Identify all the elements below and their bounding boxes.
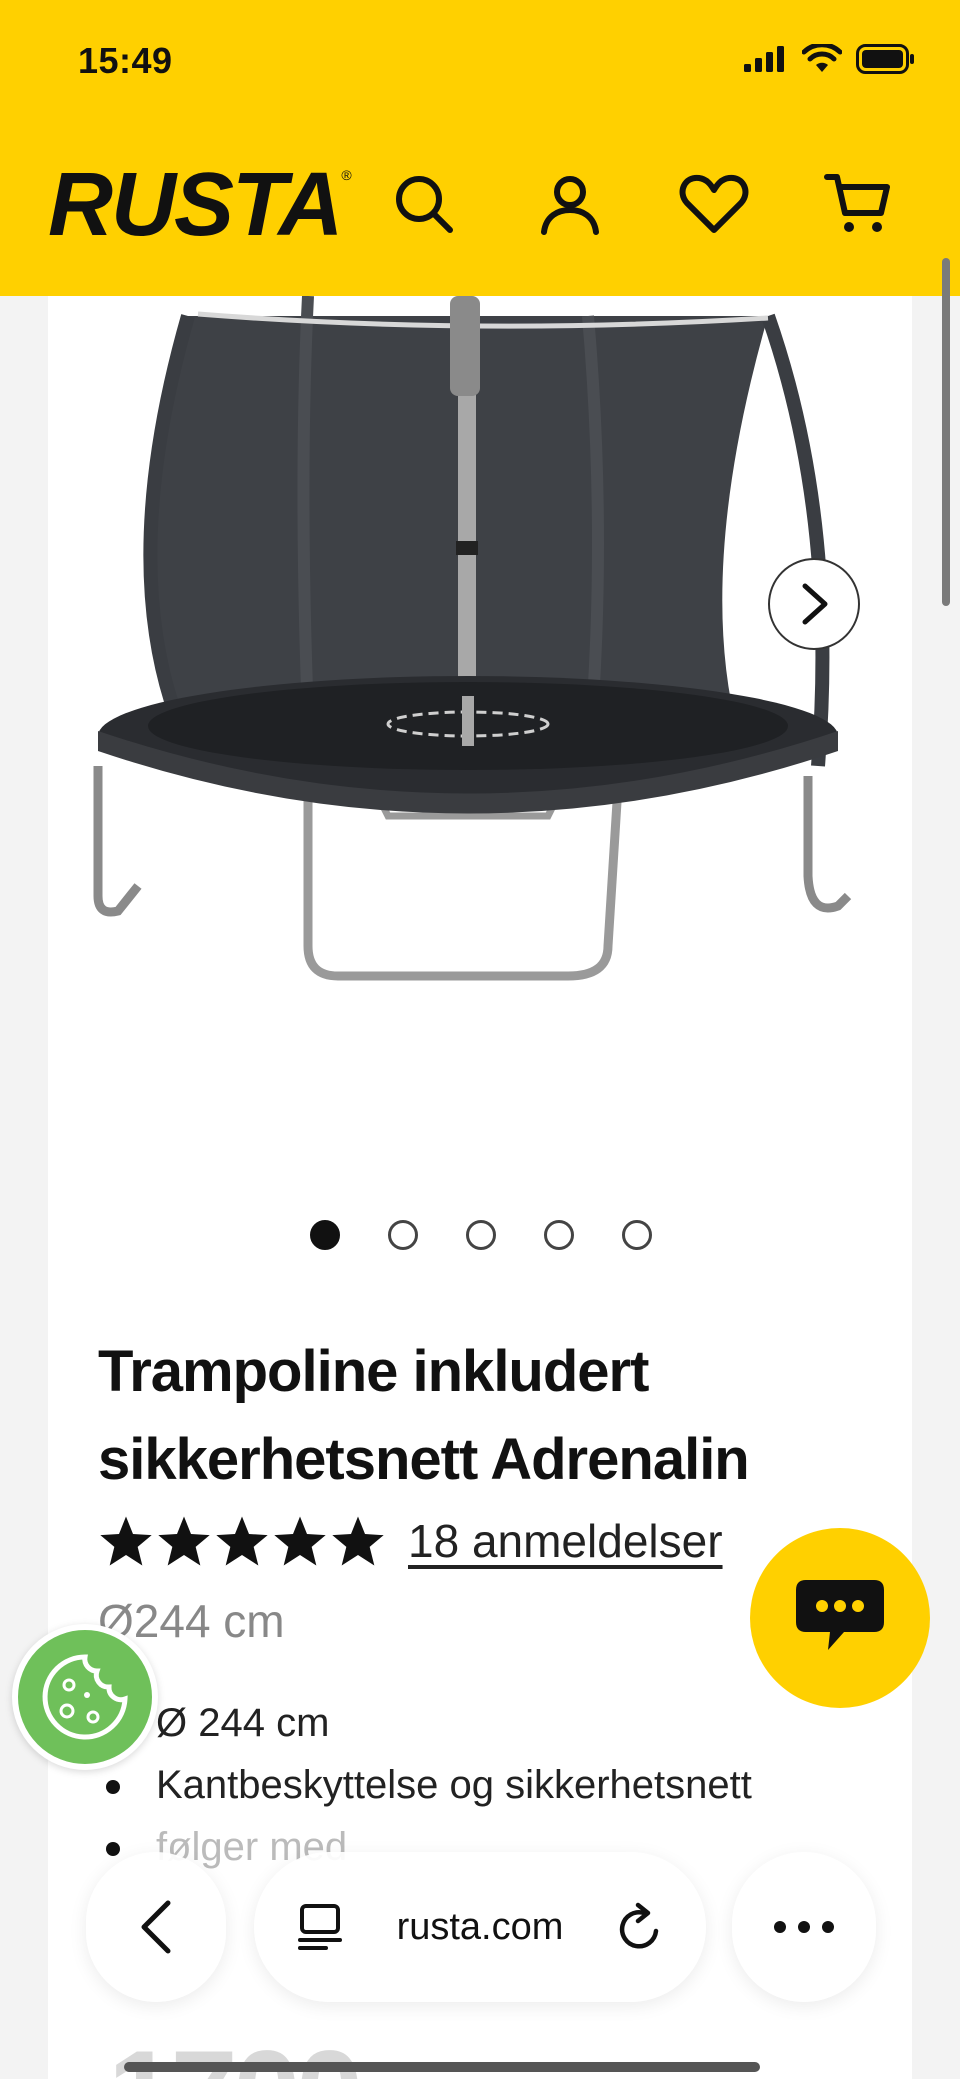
- star-icon: [100, 1516, 152, 1566]
- product-title-line-2: sikkerhetsnett Adrenalin: [98, 1427, 750, 1492]
- rating-stars: [98, 1514, 386, 1568]
- star-icon: [216, 1516, 268, 1566]
- product-image-trampoline[interactable]: [48, 295, 912, 1196]
- cookie-settings-button[interactable]: [12, 1624, 158, 1770]
- chevron-left-icon: [141, 1900, 171, 1954]
- chevron-right-icon: [802, 583, 828, 625]
- browser-back-button[interactable]: [86, 1852, 226, 2002]
- browser-more-button[interactable]: [732, 1852, 876, 2002]
- status-icons: [744, 44, 916, 74]
- product-rating: 18 anmeldelser: [98, 1514, 723, 1568]
- gallery-pagination: [310, 1220, 652, 1250]
- product-title-line-1: Trampoline inkludert: [98, 1339, 649, 1404]
- product-card: Trampoline inkludert sikkerhetsnett Adre…: [48, 295, 912, 2079]
- heart-icon[interactable]: [678, 168, 750, 240]
- logo-registered-mark: ®: [341, 167, 351, 183]
- gallery-next-button[interactable]: [768, 558, 860, 650]
- search-icon[interactable]: [388, 168, 460, 240]
- chat-bubble-icon: [796, 1580, 884, 1650]
- browser-url: rusta.com: [396, 1905, 564, 1948]
- logo-text: RUSTA: [48, 155, 343, 255]
- star-icon: [158, 1516, 210, 1566]
- cart-icon[interactable]: [822, 168, 894, 240]
- chat-button[interactable]: [750, 1528, 930, 1708]
- gallery-dot-3[interactable]: [466, 1220, 496, 1250]
- rusta-logo[interactable]: RUSTA®: [48, 160, 352, 250]
- cookie-icon: [42, 1654, 128, 1740]
- star-icon: [332, 1516, 384, 1566]
- signal-icon: [744, 46, 784, 72]
- more-icon: [774, 1921, 834, 1933]
- browser-toolbar: rusta.com: [0, 1842, 960, 2012]
- status-time: 15:49: [78, 40, 173, 81]
- feature-item: Ø 244 cm: [98, 1692, 898, 1754]
- feature-item: Kantbeskyttelse og sikkerhetsnett: [98, 1754, 898, 1816]
- battery-icon: [856, 44, 914, 74]
- product-title: Trampoline inkludert sikkerhetsnett Adre…: [98, 1328, 898, 1504]
- wifi-icon: [802, 44, 842, 72]
- gallery-dot-2[interactable]: [388, 1220, 418, 1250]
- gallery-dot-4[interactable]: [544, 1220, 574, 1250]
- star-icon: [274, 1516, 326, 1566]
- browser-address-bar[interactable]: rusta.com: [254, 1852, 706, 2002]
- reviews-link[interactable]: 18 anmeldelser: [408, 1514, 723, 1568]
- account-icon[interactable]: [534, 168, 606, 240]
- home-indicator[interactable]: [124, 2062, 760, 2072]
- gallery-dot-5[interactable]: [622, 1220, 652, 1250]
- site-header: 15:49 RUSTA®: [0, 0, 960, 296]
- reload-icon[interactable]: [616, 1901, 664, 1953]
- reader-mode-icon[interactable]: [296, 1902, 344, 1952]
- gallery-dot-1[interactable]: [310, 1220, 340, 1250]
- page-scrollbar[interactable]: [942, 258, 950, 606]
